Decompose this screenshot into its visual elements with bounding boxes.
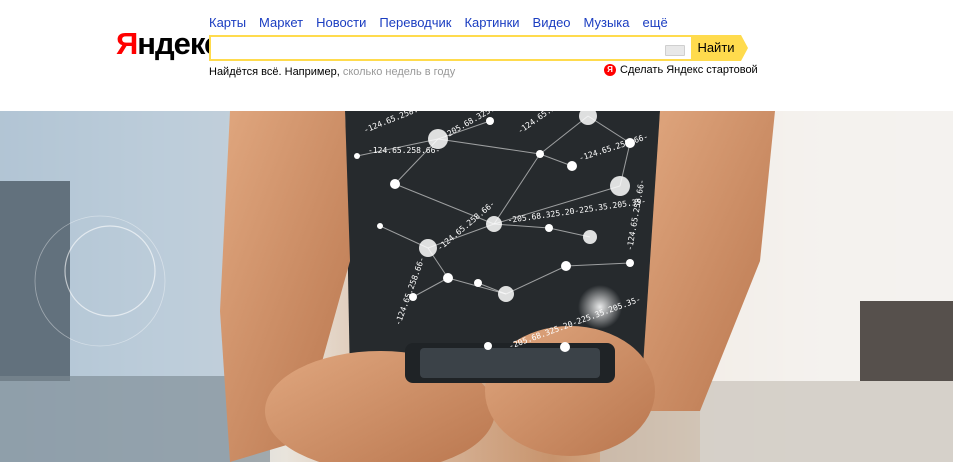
nav-link-market[interactable]: Маркет (259, 15, 303, 30)
nav-link-music[interactable]: Музыка (584, 15, 630, 30)
node (474, 279, 482, 287)
chair (860, 301, 953, 381)
node (498, 286, 514, 302)
yandex-logo[interactable]: Яндекс (116, 26, 221, 61)
hint-prefix: Найдётся всё. Например, (209, 66, 340, 78)
node (484, 342, 492, 350)
nav-link-news[interactable]: Новости (316, 15, 366, 30)
make-homepage-label: Сделать Яндекс стартовой (620, 64, 758, 76)
hint-example-link[interactable]: сколько недель в году (343, 66, 455, 78)
search-input[interactable] (215, 39, 659, 59)
node (567, 161, 577, 171)
nav-link-translator[interactable]: Переводчик (379, 15, 451, 30)
services-nav: Карты Маркет Новости Переводчик Картинки… (209, 15, 681, 30)
search-hint: Найдётся всё. Например, сколько недель в… (209, 66, 455, 78)
node (390, 179, 400, 189)
node (419, 239, 437, 257)
node (486, 216, 502, 232)
node (583, 230, 597, 244)
node (354, 153, 360, 159)
node (626, 259, 634, 267)
make-homepage-link[interactable]: Я Сделать Яндекс стартовой (604, 64, 758, 76)
search-box (209, 35, 691, 61)
search-button[interactable]: Найти (691, 35, 741, 61)
ip-label: -124.65.258.66- (368, 146, 440, 155)
logo-first-letter: Я (116, 26, 138, 61)
search-button-arrow[interactable] (741, 35, 748, 61)
banner-illustration: -124.65.258.66- -205.68.325.20- -124.65.… (0, 111, 953, 462)
nav-link-more[interactable]: ещё (643, 15, 668, 30)
node (610, 176, 630, 196)
yandex-homepage: Яндекс Карты Маркет Новости Переводчик К… (0, 0, 953, 462)
node (536, 150, 544, 158)
node (561, 261, 571, 271)
promo-banner[interactable]: -124.65.258.66- -205.68.325.20- -124.65.… (0, 111, 953, 462)
yandex-badge-icon: Я (604, 64, 616, 76)
smartphone-screen (420, 348, 600, 378)
node (377, 223, 383, 229)
nav-link-maps[interactable]: Карты (209, 15, 246, 30)
nav-link-video[interactable]: Видео (533, 15, 571, 30)
logo-rest: ндекс (137, 26, 221, 61)
node (545, 224, 553, 232)
nav-link-images[interactable]: Картинки (464, 15, 519, 30)
node (443, 273, 453, 283)
keyboard-icon[interactable] (665, 45, 685, 56)
node (560, 342, 570, 352)
node (486, 117, 494, 125)
search-form: Найти (209, 35, 749, 61)
